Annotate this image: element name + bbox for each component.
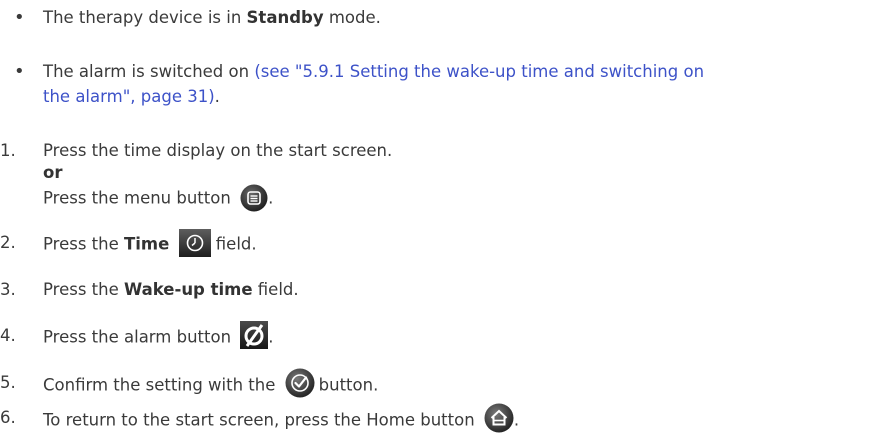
step-number: 1. [0,141,16,160]
step-text: Press the menu button [43,188,231,208]
bullet-dot: • [14,61,25,82]
instructions-page: • The therapy device is in Standby mode.… [0,0,874,433]
cross-reference-link[interactable]: the alarm", page 31) [43,87,215,106]
step-text: Press the time display on the start scre… [43,141,393,160]
step-text: . [268,327,274,347]
or-label: or [43,163,63,182]
step-text: field. [252,280,299,299]
cross-reference-link[interactable]: (see "5.9.1 Setting the wake-up time and… [254,62,704,81]
step-number: 5. [0,373,16,392]
bullet-dot: • [14,7,25,28]
alarm-off-icon [240,321,269,349]
bullet-text: . [214,87,220,106]
step-text: Press the alarm button [43,327,232,347]
step-text: To return to the start screen, press the… [43,410,475,430]
step-text: . [268,188,274,208]
step-number: 3. [0,280,16,299]
bullet-text: mode. [323,8,381,27]
step-text: field. [210,234,257,254]
step-number: 4. [0,326,16,345]
confirm-checkmark-icon [285,368,315,398]
bullet-bold: Standby [246,8,324,27]
step-text: Press the [43,234,124,254]
menu-button-icon [240,184,268,212]
step-text: button. [318,375,379,395]
bullet-text: The therapy device is in [43,8,247,27]
step-bold: Wake-up time [124,280,253,299]
step-1-alt: Press the menu button . [43,184,274,213]
step-1-or: or [43,161,62,185]
step-text: Press the [43,280,124,299]
step-text: Confirm the setting with the [43,375,276,395]
clock-icon [178,229,211,257]
step-text: . [513,410,520,430]
step-number: 6. [0,408,16,427]
prerequisite-alarm-on-cont: the alarm", page 31). [43,85,220,109]
step-number: 2. [0,233,16,252]
bullet-text: The alarm is switched on [43,62,255,81]
home-button-icon [484,403,514,433]
step-bold: Time [124,234,170,254]
